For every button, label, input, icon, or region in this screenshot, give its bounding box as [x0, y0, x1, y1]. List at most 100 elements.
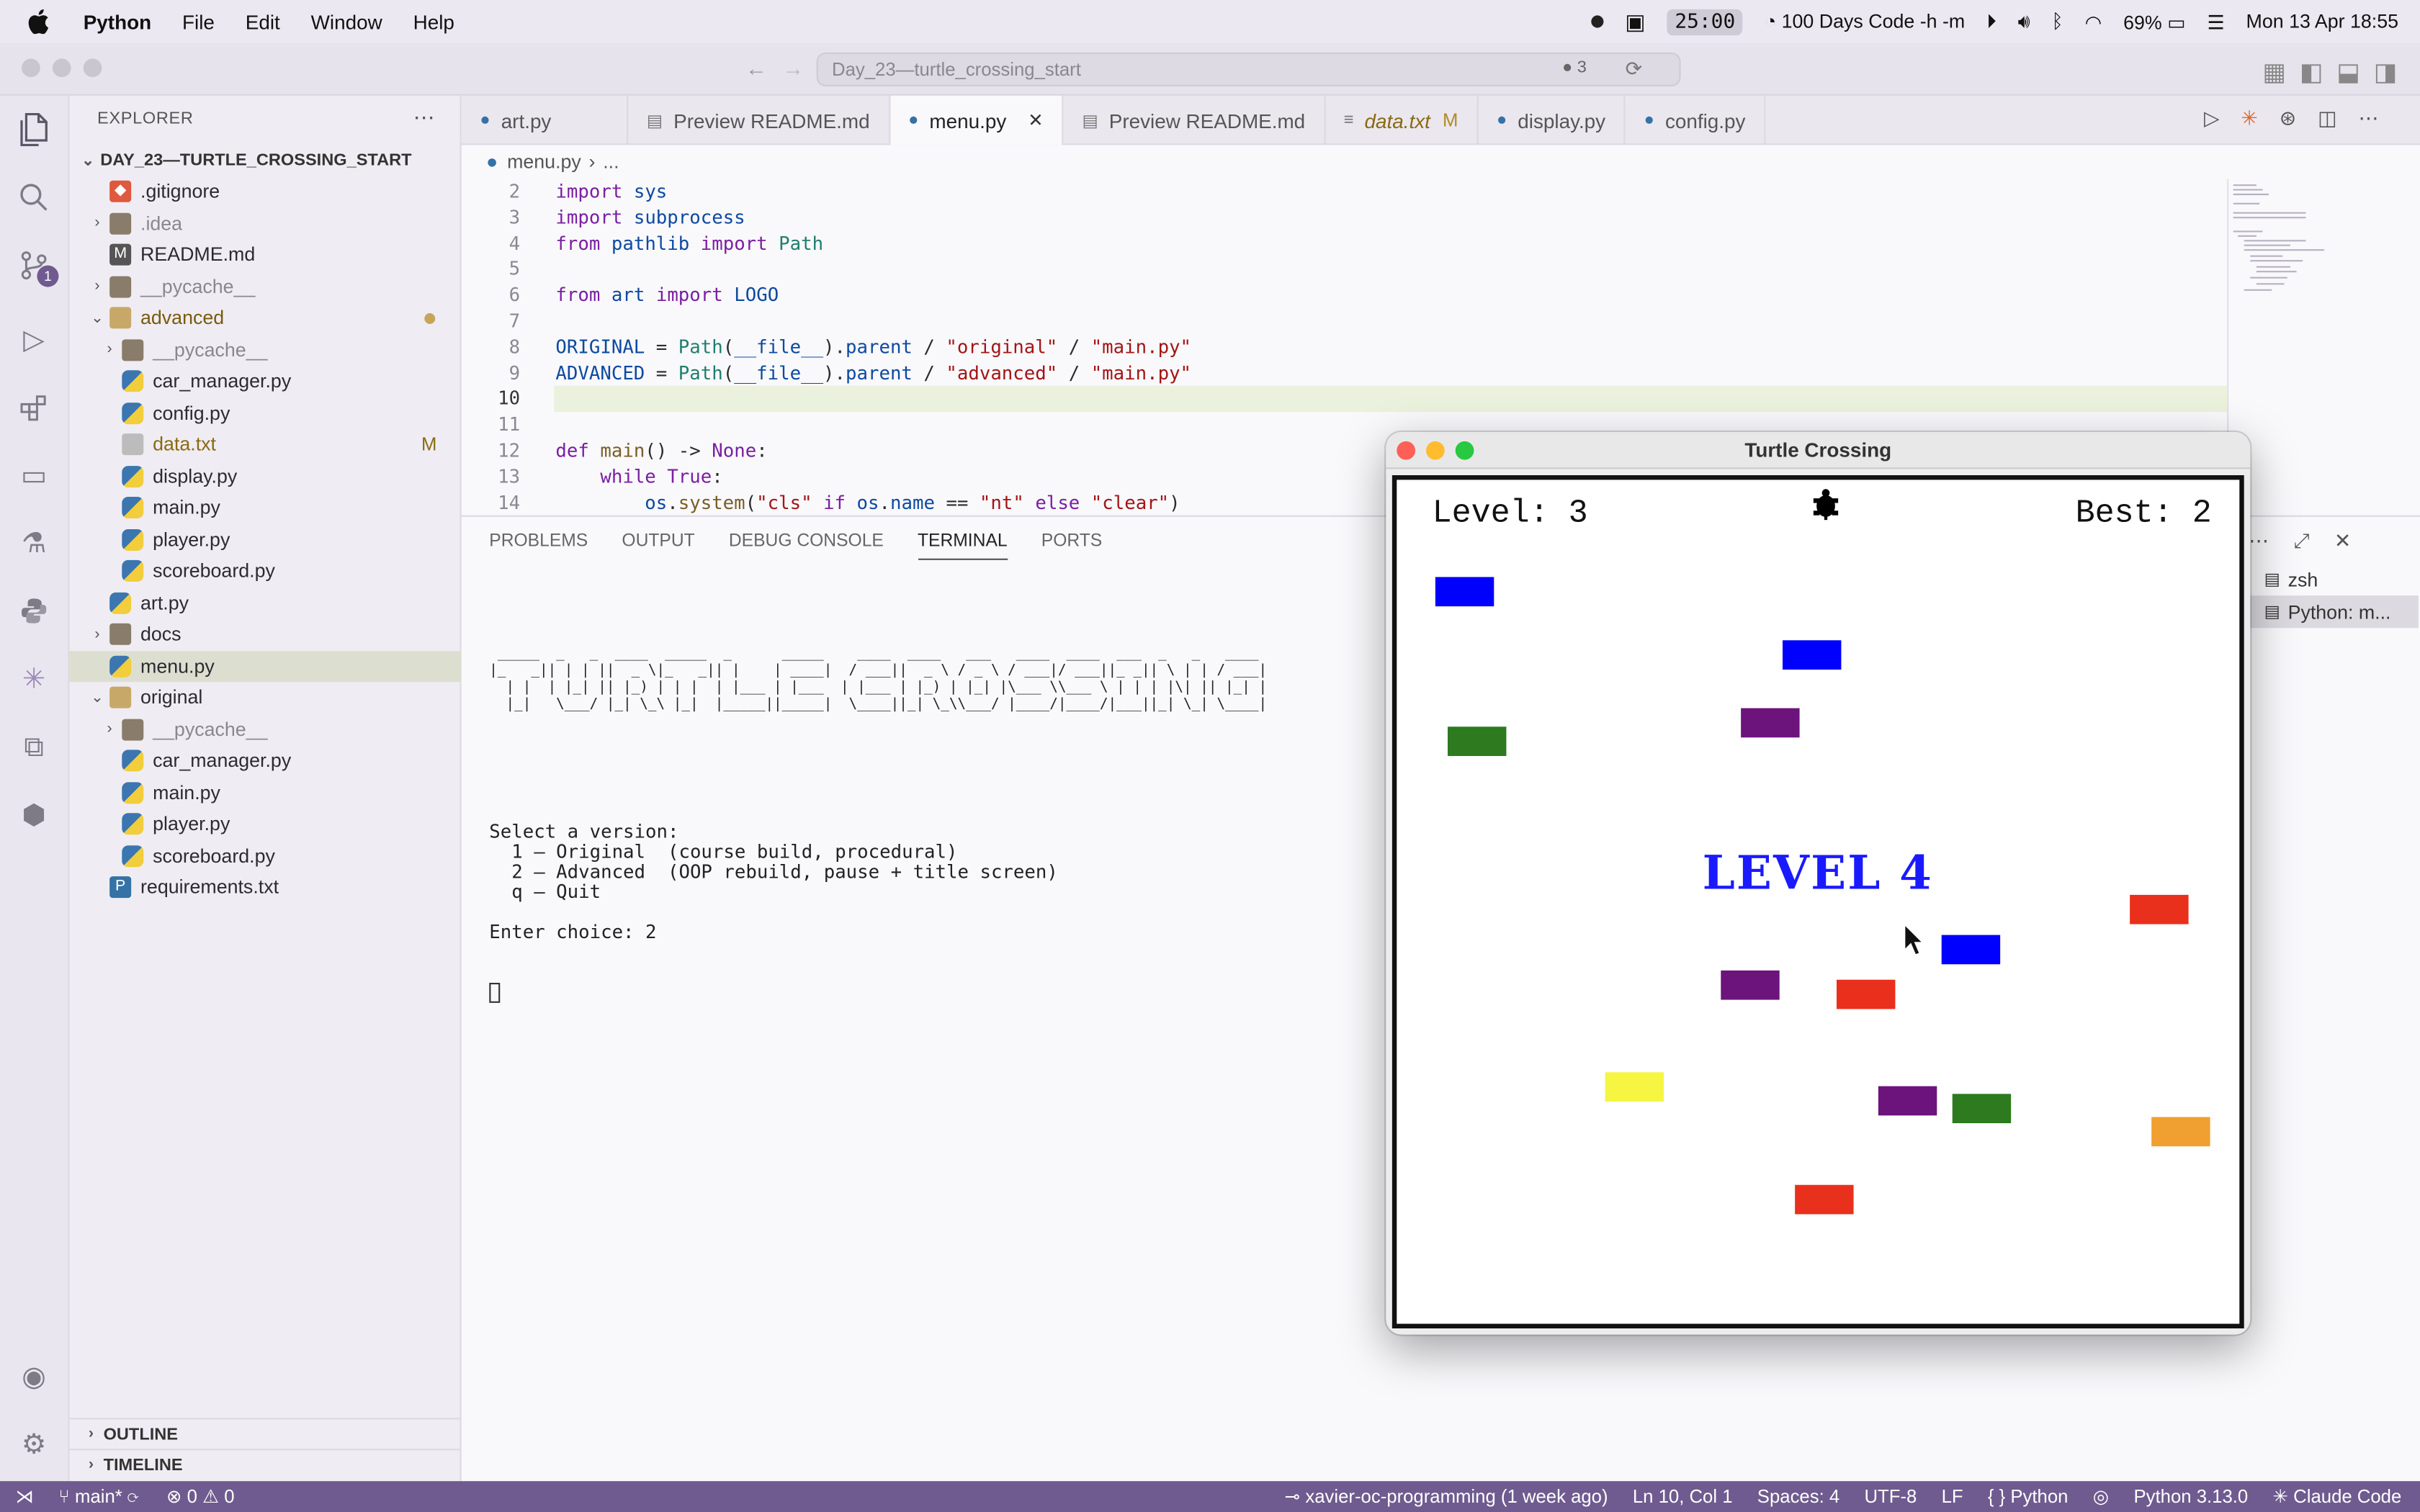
- turtle-crossing-window[interactable]: Turtle Crossing Level: 3 Best: 2 LEVEL 4: [1386, 432, 2251, 1335]
- bluetooth-icon[interactable]: ᛒ: [2052, 11, 2063, 32]
- tab-ports[interactable]: PORTS: [1041, 532, 1102, 560]
- maximize-panel-icon[interactable]: ⤢: [2293, 529, 2309, 554]
- toggle-panel-icon[interactable]: ⬓: [2336, 57, 2360, 88]
- more-icon[interactable]: ⋯: [2359, 107, 2379, 131]
- menu-edit[interactable]: Edit: [246, 10, 280, 33]
- cursor-position[interactable]: Ln 10, Col 1: [1633, 1486, 1733, 1508]
- code-line[interactable]: os.system("cls" if os.name == "nt" else …: [555, 492, 1180, 513]
- language-mode[interactable]: { } Python: [1988, 1486, 2069, 1508]
- tree-item[interactable]: config.py: [69, 397, 461, 428]
- tab-data-txt[interactable]: ≡ data.txt M: [1325, 95, 1479, 145]
- tree-item[interactable]: player.py: [69, 524, 461, 555]
- code-line[interactable]: from pathlib import Path: [555, 233, 823, 254]
- tree-item[interactable]: data.txt M: [69, 429, 461, 460]
- code-line[interactable]: ORIGINAL = Path(__file__).parent / "orig…: [555, 336, 1191, 358]
- tree-item[interactable]: main.py: [69, 777, 461, 808]
- calendar-icon[interactable]: ▣: [1625, 9, 1645, 35]
- command-center[interactable]: Day_23—turtle_crossing_start ● 3 ⟳: [816, 52, 1681, 86]
- tab-problems[interactable]: PROBLEMS: [489, 532, 588, 560]
- breadcrumb-file[interactable]: menu.py: [507, 151, 581, 173]
- tree-item[interactable]: main.py: [69, 492, 461, 523]
- back-arrow-icon[interactable]: ←: [745, 55, 767, 80]
- tree-item[interactable]: ⌄ original: [69, 682, 461, 713]
- more-actions-icon[interactable]: ⋯: [413, 105, 436, 131]
- toggle-sidebar-icon[interactable]: ◧: [2300, 57, 2323, 88]
- code-line[interactable]: import sys: [555, 181, 667, 202]
- close-window-button[interactable]: [22, 58, 40, 78]
- tab-preview-readme-md[interactable]: ▤ Preview README.md: [1064, 95, 1326, 145]
- workspace-root[interactable]: ⌄ DAY_23—TURTLE_CROSSING_START: [69, 145, 461, 176]
- problems-indicator[interactable]: ⊗ 0 ⚠ 0: [166, 1486, 235, 1508]
- tree-item[interactable]: › docs: [69, 618, 461, 649]
- run-python-icon[interactable]: ▷: [2204, 107, 2219, 131]
- minimize-window-button[interactable]: [52, 58, 71, 78]
- tree-item[interactable]: › .idea: [69, 207, 461, 238]
- source-control-icon[interactable]: 1: [15, 247, 59, 287]
- python-icon[interactable]: [15, 593, 52, 629]
- play-icon[interactable]: ⏵: [1986, 10, 1996, 33]
- timer[interactable]: 25:00: [1667, 8, 1743, 35]
- tab-terminal[interactable]: TERMINAL: [917, 532, 1008, 560]
- terminal-output[interactable]: _____ _ _ ____ _____ _ _____ ____ ____ _…: [489, 606, 1267, 1043]
- minimap[interactable]: [2227, 179, 2420, 516]
- outline-section[interactable]: › OUTLINE: [69, 1418, 462, 1449]
- collections-icon[interactable]: ⧉: [15, 728, 52, 765]
- zoom-window-button[interactable]: [83, 58, 102, 78]
- problems-badge[interactable]: ● 3: [1562, 58, 1587, 77]
- breadcrumb-symbol[interactable]: ...: [603, 151, 619, 173]
- tab-display-py[interactable]: ● display.py: [1478, 95, 1626, 145]
- battery[interactable]: 69% ▭: [2123, 10, 2185, 33]
- close-panel-icon[interactable]: ✕: [2334, 529, 2351, 554]
- tab-menu-py[interactable]: ● menu.py ✕: [889, 95, 1064, 145]
- tree-item[interactable]: › __pycache__: [69, 271, 461, 302]
- control-center-icon[interactable]: ☰: [2207, 10, 2224, 33]
- close-tab-icon[interactable]: ✕: [1028, 109, 1044, 131]
- extensions-icon[interactable]: [15, 389, 52, 426]
- claude-code-status[interactable]: ✳ Claude Code: [2272, 1486, 2401, 1508]
- layout-icon[interactable]: ▦: [2262, 57, 2285, 88]
- tree-item[interactable]: player.py: [69, 809, 461, 840]
- game-minimize-button[interactable]: [1425, 441, 1445, 460]
- line-ending[interactable]: LF: [1942, 1486, 1963, 1508]
- timeline-section[interactable]: › TIMELINE: [69, 1449, 462, 1480]
- menu-window[interactable]: Window: [311, 10, 382, 33]
- tab-output[interactable]: OUTPUT: [622, 532, 694, 560]
- claude-icon[interactable]: ✳: [15, 660, 52, 697]
- copilot-icon[interactable]: ⟳: [1626, 57, 1642, 81]
- tree-item[interactable]: Prequirements.txt: [69, 872, 461, 903]
- database-icon[interactable]: ⬢: [15, 796, 52, 833]
- split-editor-icon[interactable]: ◫: [2318, 107, 2336, 131]
- tree-item[interactable]: scoreboard.py: [69, 555, 461, 586]
- toggle-secondary-icon[interactable]: ◨: [2374, 57, 2397, 88]
- run-debug-icon[interactable]: ▷: [15, 321, 52, 358]
- tab-config-py[interactable]: ● config.py: [1626, 95, 1766, 145]
- tree-item[interactable]: car_manager.py: [69, 745, 461, 776]
- focus-timer[interactable]: ◔ 100 Days Code -h -m: [1765, 11, 1965, 32]
- search-icon[interactable]: [15, 179, 52, 216]
- tree-item[interactable]: car_manager.py: [69, 366, 461, 397]
- app-menu[interactable]: Python: [84, 10, 151, 33]
- tree-item[interactable]: scoreboard.py: [69, 840, 461, 871]
- python-interpreter[interactable]: Python 3.13.0: [2134, 1486, 2249, 1508]
- tree-item[interactable]: ◆ .gitignore: [69, 176, 461, 207]
- panel-more-icon[interactable]: ⋯: [2249, 529, 2269, 554]
- indentation[interactable]: Spaces: 4: [1757, 1486, 1839, 1508]
- recording-dot-icon[interactable]: [1591, 15, 1604, 28]
- tree-item[interactable]: ⌄ advanced: [69, 302, 461, 333]
- tab-art-py[interactable]: ● art.py: [462, 95, 629, 145]
- explorer-icon[interactable]: [15, 111, 52, 148]
- testing-icon[interactable]: ⚗: [15, 525, 52, 562]
- tree-item[interactable]: art.py: [69, 587, 461, 618]
- encoding[interactable]: UTF-8: [1864, 1486, 1917, 1508]
- git-blame[interactable]: ⊸ xavier-oc-programming (1 week ago): [1285, 1486, 1608, 1508]
- settings-gear-icon[interactable]: ⚙: [15, 1426, 52, 1462]
- clock[interactable]: Mon 13 Apr 18:55: [2246, 11, 2398, 32]
- openai-icon[interactable]: ⊛: [2280, 107, 2296, 131]
- code-line[interactable]: from art import LOGO: [555, 284, 779, 306]
- wifi-icon[interactable]: ◠: [2085, 10, 2102, 33]
- code-line[interactable]: def main() -> None:: [555, 440, 767, 462]
- tree-item[interactable]: M README.md: [69, 239, 461, 270]
- accounts-icon[interactable]: ◉: [15, 1358, 52, 1395]
- volume-icon[interactable]: 🔊︎: [2018, 10, 2030, 33]
- menu-help[interactable]: Help: [413, 10, 454, 33]
